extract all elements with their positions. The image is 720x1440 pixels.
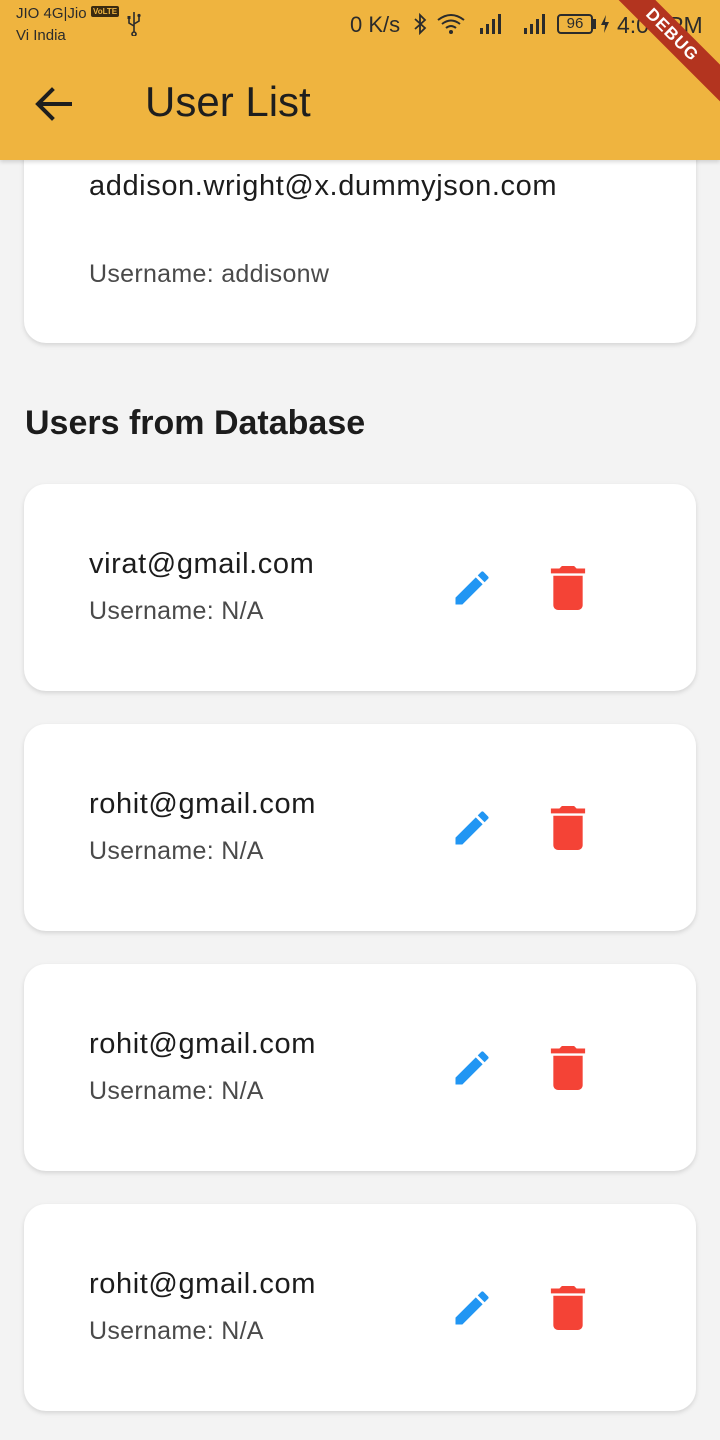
user-username: Username: addisonw [89,260,330,288]
usb-icon [127,12,141,36]
db-user-card: virat@gmail.com Username: N/A [24,484,696,691]
delete-icon[interactable] [550,566,586,610]
network-speed: 0 K/s [350,12,401,37]
db-user-card: rohit@gmail.com Username: N/A [24,1204,696,1411]
edit-icon[interactable] [450,1046,494,1090]
charging-icon [601,15,609,33]
delete-icon[interactable] [550,806,586,850]
carrier-label: JIO 4G|Jio [16,5,87,22]
screen: addison.wright@x.dummyjson.com Username:… [0,0,720,1440]
user-email: virat@gmail.com [89,548,315,580]
app-bar: JIO 4G|Jio VoLTE Vi India 0 K/s 96 User … [0,0,720,160]
volte-badge: VoLTE [91,6,120,17]
user-username: Username: N/A [89,597,264,625]
delete-icon[interactable] [550,1046,586,1090]
battery-tip [593,19,596,29]
user-username: Username: N/A [89,1317,264,1345]
bluetooth-icon [414,12,427,36]
db-user-card: rohit@gmail.com Username: N/A [24,724,696,931]
edit-icon[interactable] [450,806,494,850]
user-email: rohit@gmail.com [89,788,316,820]
carrier-label-secondary: Vi India [16,27,66,44]
user-email: rohit@gmail.com [89,1268,316,1300]
signal-icon [524,14,545,34]
user-email: addison.wright@x.dummyjson.com [89,170,558,202]
section-title: Users from Database [25,404,366,442]
user-username: Username: N/A [89,837,264,865]
back-arrow-icon[interactable] [32,84,76,124]
db-user-card: rohit@gmail.com Username: N/A [24,964,696,1171]
battery-icon: 96 [557,14,593,34]
status-bar: JIO 4G|Jio VoLTE Vi India 0 K/s 96 [0,0,720,52]
delete-icon[interactable] [550,1286,586,1330]
page-title: User List [145,78,311,125]
user-email: rohit@gmail.com [89,1028,316,1060]
edit-icon[interactable] [450,1286,494,1330]
edit-icon[interactable] [450,566,494,610]
user-username: Username: N/A [89,1077,264,1105]
signal-icon [480,14,501,34]
wifi-icon [437,14,465,34]
